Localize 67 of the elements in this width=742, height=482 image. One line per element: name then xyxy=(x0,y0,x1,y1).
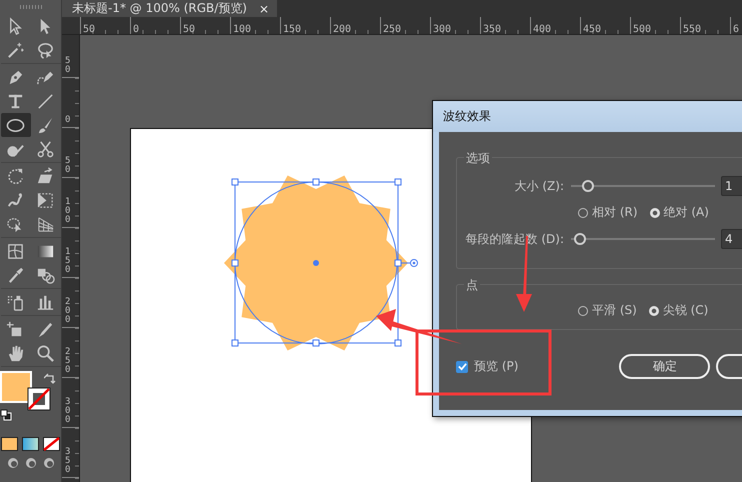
ruler-label: 100 xyxy=(232,24,252,34)
ruler-label: 250 xyxy=(382,24,402,34)
value-field[interactable]: 1 xyxy=(721,176,742,196)
swap-arrow-icon[interactable] xyxy=(44,373,56,385)
ruler-label: 6 xyxy=(732,24,740,34)
free-transform-icon xyxy=(36,190,55,210)
radio-option[interactable]: 平滑 (S) xyxy=(578,302,637,319)
color-mode-button[interactable] xyxy=(1,437,18,451)
ruler-label: 350 xyxy=(65,448,72,477)
group-label: 选项 xyxy=(464,150,492,167)
value-field[interactable]: 4 xyxy=(721,229,742,249)
ruler-label: 50 xyxy=(65,57,72,77)
tab-title: 未标题-1* @ 100% (RGB/预览) xyxy=(72,0,247,17)
ruler-label: 300 xyxy=(65,398,72,427)
eyedropper-icon xyxy=(6,266,25,284)
ruler-label: 200 xyxy=(65,298,72,327)
group-label: 点 xyxy=(464,277,480,294)
dialog-title: 波纹效果 xyxy=(443,108,491,125)
hand-icon xyxy=(6,344,25,362)
close-button[interactable]: × xyxy=(259,2,270,16)
ruler-label: 550 xyxy=(682,24,702,34)
ruler-label: 150 xyxy=(65,248,72,277)
field-label: 大小 (Z): xyxy=(514,178,565,194)
slider-thumb[interactable] xyxy=(574,233,586,245)
default-colors-icon[interactable] xyxy=(0,409,12,421)
ruler-label: 100 xyxy=(65,198,72,227)
ruler-label: 350 xyxy=(482,24,502,34)
draw-mode-icon[interactable] xyxy=(6,457,18,469)
radio-option[interactable]: 相对 (R) xyxy=(578,204,638,221)
radio-option[interactable]: 绝对 (A) xyxy=(650,204,709,221)
ruler-label: 200 xyxy=(332,24,352,34)
ruler-label: 300 xyxy=(432,24,452,34)
preview-checkbox[interactable]: 预览 (P) xyxy=(456,358,518,375)
ruler-label: 50 xyxy=(182,24,196,34)
tool-button[interactable] xyxy=(0,113,30,137)
perspective-grid-icon xyxy=(36,214,55,234)
ruler-label: 0 xyxy=(65,116,72,127)
zoom-icon xyxy=(36,344,55,362)
magic-wand-icon xyxy=(6,40,25,60)
ruler-label: 50 xyxy=(65,157,72,177)
rotate-icon xyxy=(6,166,25,186)
ruler-label: 150 xyxy=(282,24,302,34)
ruler-label: 250 xyxy=(65,348,72,377)
puppet-warp-icon xyxy=(6,190,25,210)
stroke-none-swatch[interactable] xyxy=(26,387,50,411)
center-point xyxy=(313,260,319,266)
scissors-icon xyxy=(36,140,55,158)
line-icon xyxy=(36,92,55,110)
draw-mode-icon[interactable] xyxy=(42,457,54,469)
mesh-icon xyxy=(6,242,25,260)
ruler-label: 450 xyxy=(582,24,602,34)
fill-swatch[interactable] xyxy=(0,371,32,403)
draw-mode-icon[interactable] xyxy=(24,457,36,469)
ok-button[interactable]: 确定 xyxy=(619,354,710,379)
ruler-label: 0 xyxy=(132,24,140,34)
slider-thumb[interactable] xyxy=(582,180,594,192)
ruler-label: 400 xyxy=(532,24,552,34)
none-mode-icon[interactable] xyxy=(43,437,60,451)
lasso-icon xyxy=(36,40,55,60)
corner-widget-icon[interactable] xyxy=(400,259,418,267)
scale-icon xyxy=(36,166,55,186)
check-icon xyxy=(458,362,466,371)
radio-option[interactable]: 尖锐 (C) xyxy=(648,302,708,319)
gradient-mode-button[interactable] xyxy=(22,437,39,451)
ruler-label: 500 xyxy=(632,24,652,34)
ruler-label: 50 xyxy=(82,24,96,34)
document-tab[interactable]: 未标题-1* @ 100% (RGB/预览) × xyxy=(62,0,278,17)
